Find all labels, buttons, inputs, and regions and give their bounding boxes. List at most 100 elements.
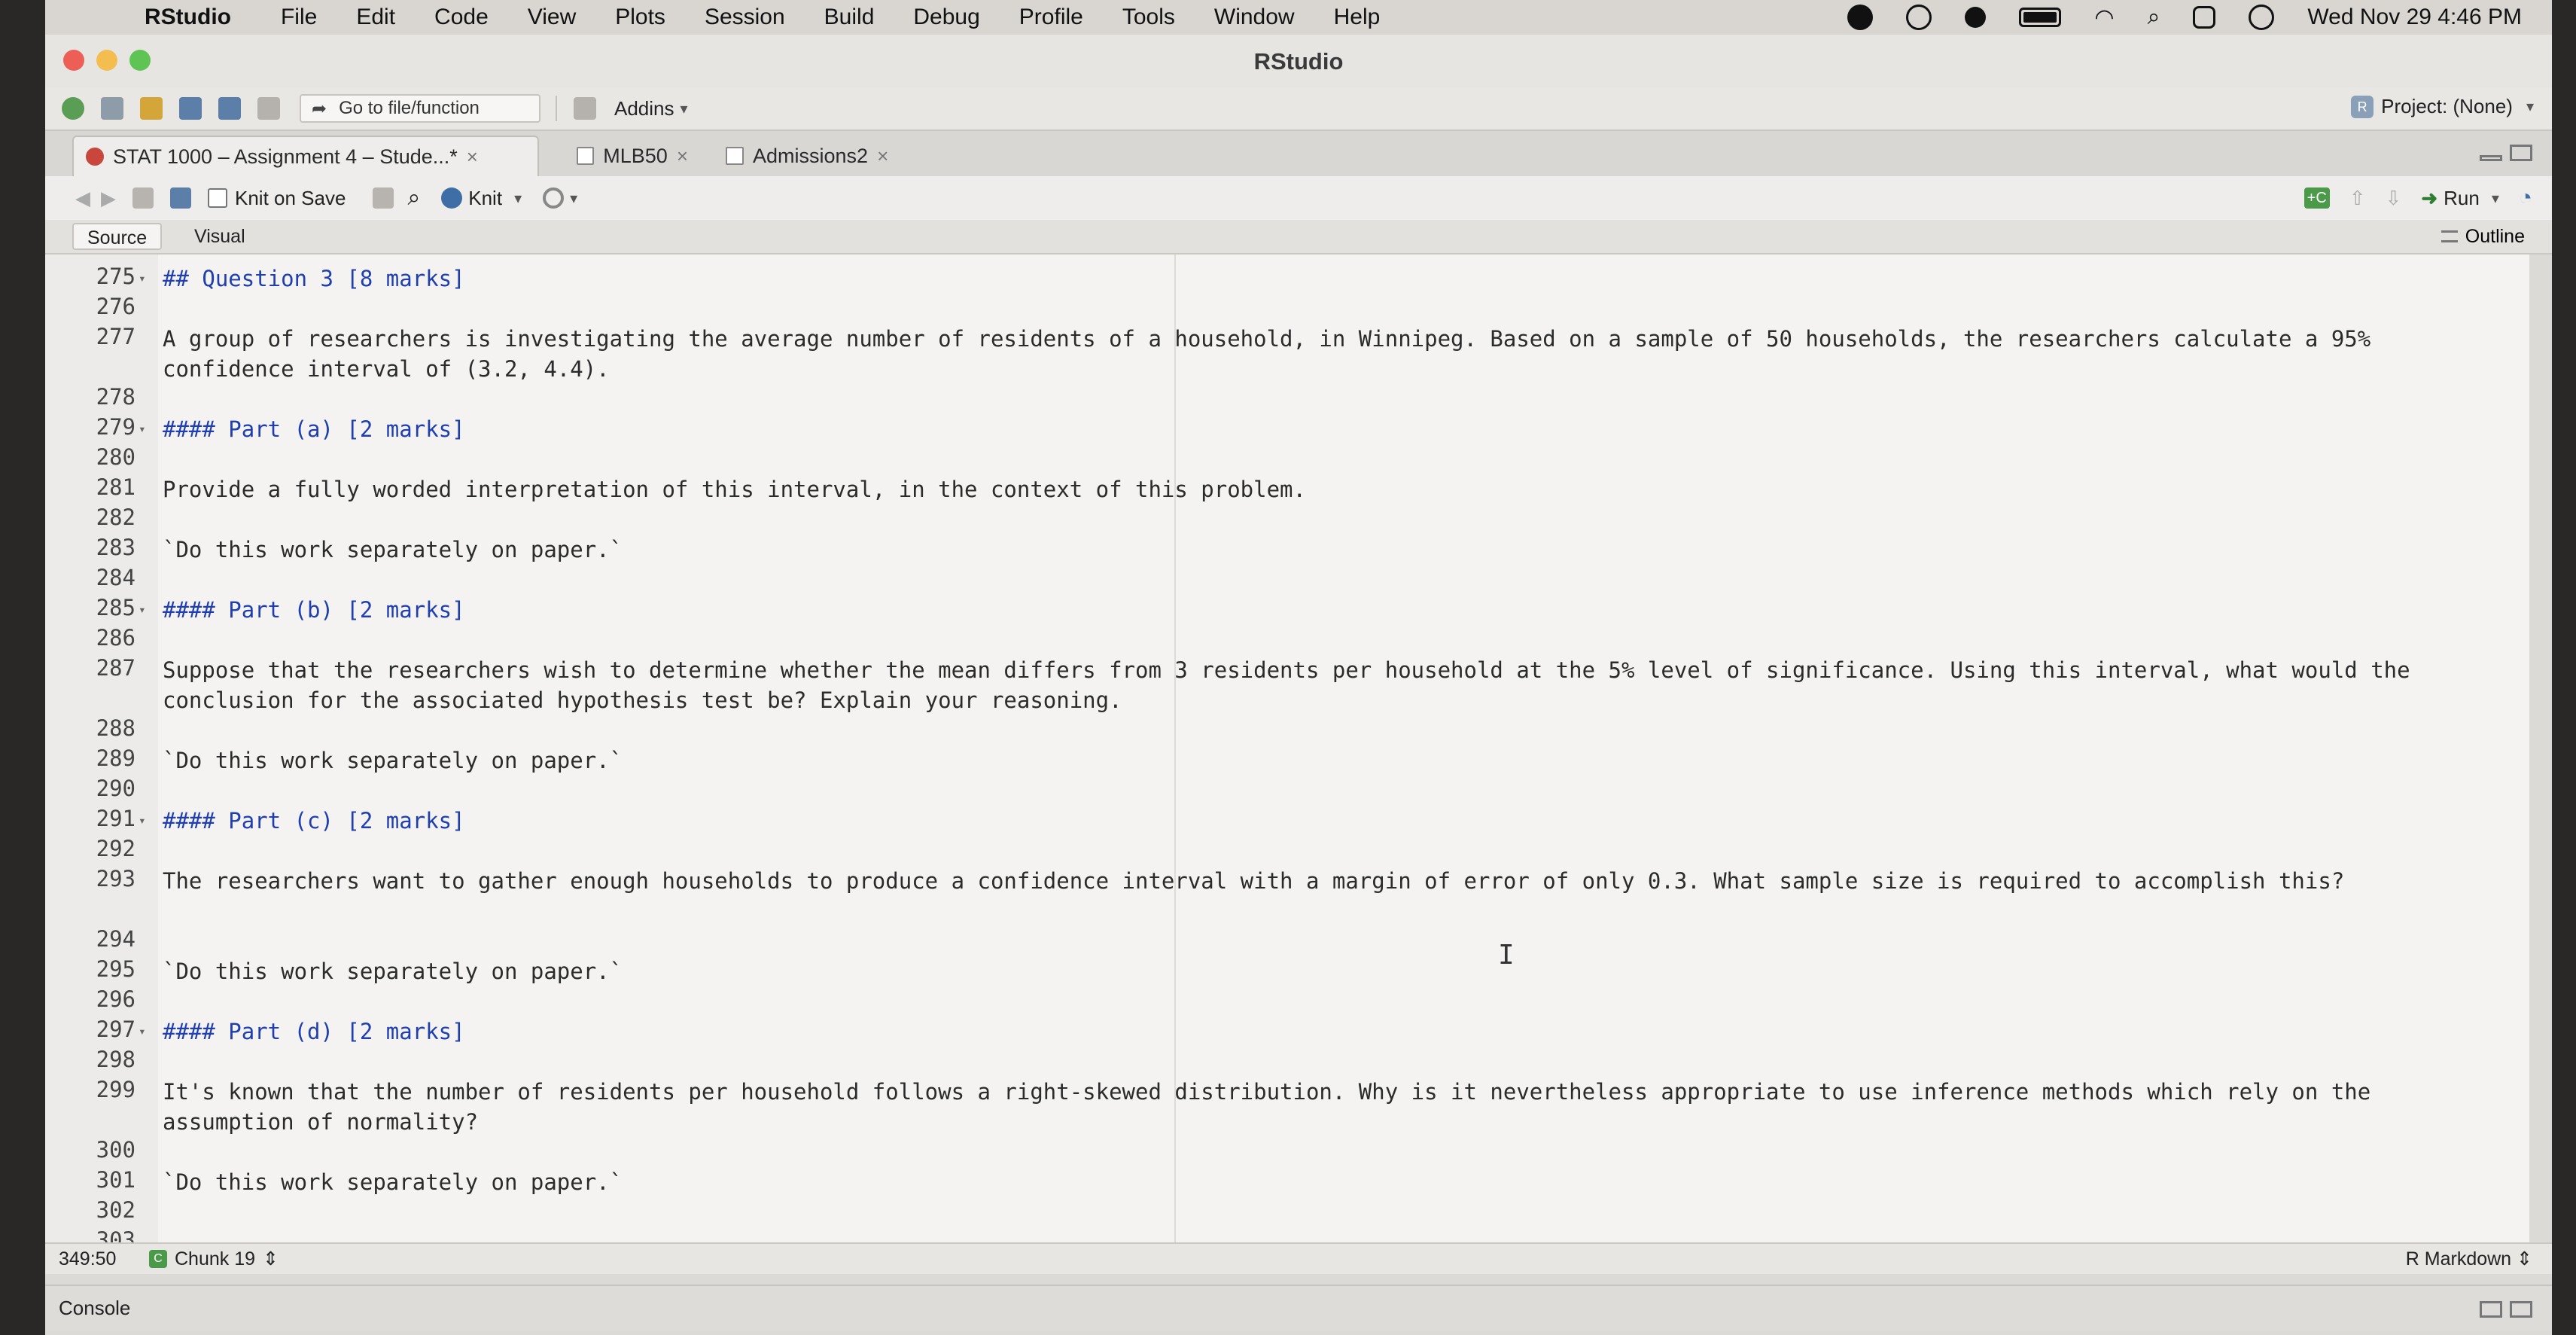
fold-toggle-icon[interactable]: ▾ (139, 813, 146, 828)
chunk-navigator[interactable]: C Chunk 19 ⇕ (149, 1247, 279, 1271)
screen: RStudio File Edit Code View Plots Sessio… (45, 0, 2552, 1335)
close-tab-icon[interactable]: × (677, 145, 688, 168)
chevron-down-icon: ▾ (2526, 99, 2534, 115)
tab-label: MLB50 (603, 144, 668, 167)
line-number: 300 (96, 1137, 135, 1163)
wifi-icon[interactable]: ◠ (2094, 5, 2114, 31)
publish-icon[interactable]: ◔ (2519, 185, 2532, 211)
line-number: 293 (96, 866, 135, 892)
new-project-icon[interactable] (101, 97, 123, 120)
spellcheck-icon[interactable] (373, 187, 394, 209)
control-center-icon[interactable] (2193, 6, 2216, 29)
line-number: 302 (96, 1197, 135, 1223)
run-button[interactable]: ➜ Run ▾ (2421, 187, 2499, 210)
project-menu[interactable]: R Project: (None) ▾ (2351, 95, 2534, 118)
search-icon[interactable]: ⌕ (2148, 5, 2160, 30)
knit-label: Knit (468, 186, 503, 209)
markdown-heading: #### Part (d) [2 marks] (163, 1019, 465, 1044)
menu-plots[interactable]: Plots (615, 5, 665, 30)
line-text: A group of researchers is investigating … (163, 326, 2384, 382)
chevron-updown-icon: ⇕ (263, 1248, 279, 1269)
menubar-clock[interactable]: Wed Nov 29 4:46 PM (2307, 5, 2522, 30)
go-down-chunk-icon[interactable]: ⇩ (2386, 187, 2402, 210)
console-label: Console (59, 1297, 131, 1319)
tab-assignment[interactable]: STAT 1000 – Assignment 4 – Stude...* × (72, 136, 539, 176)
show-in-window-icon[interactable] (132, 187, 154, 209)
line-text: `Do this work separately on paper.` (163, 1169, 623, 1195)
tab-admissions2[interactable]: Admissions2 × (714, 136, 902, 176)
line-text: Provide a fully worded interpretation of… (163, 477, 1306, 502)
knit-button[interactable]: Knit ▾ (441, 187, 522, 210)
siri-icon[interactable] (2249, 5, 2275, 30)
line-number: 276 (96, 294, 135, 319)
goto-placeholder: Go to file/function (339, 98, 480, 118)
menu-profile[interactable]: Profile (1019, 5, 1083, 30)
go-up-chunk-icon[interactable]: ⇧ (2349, 187, 2366, 210)
chevron-down-icon[interactable]: ▾ (681, 99, 688, 118)
source-tabs: STAT 1000 – Assignment 4 – Stude...* × M… (45, 131, 2552, 176)
pane-controls (2480, 145, 2532, 161)
line-number: 275 (96, 264, 135, 289)
menu-edit[interactable]: Edit (356, 5, 395, 30)
menu-build[interactable]: Build (824, 5, 875, 30)
line-text: `Do this work separately on paper.` (163, 959, 623, 984)
fold-toggle-icon[interactable]: ▾ (139, 1024, 146, 1038)
source-mode-button[interactable]: Source (72, 223, 163, 250)
save-all-icon[interactable] (218, 97, 241, 120)
table-icon (726, 147, 744, 165)
macos-menubar: RStudio File Edit Code View Plots Sessio… (45, 0, 2552, 35)
save-icon[interactable] (170, 187, 191, 209)
workspace-panes-icon[interactable] (574, 97, 596, 120)
insert-chunk-icon[interactable]: +C (2303, 187, 2330, 209)
console-pane-controls (2480, 1301, 2532, 1318)
markdown-heading: #### Part (c) [2 marks] (163, 808, 465, 834)
close-tab-icon[interactable]: × (877, 145, 888, 168)
print-icon[interactable] (257, 97, 280, 120)
gear-icon[interactable] (543, 187, 565, 209)
menu-app-name[interactable]: RStudio (145, 5, 231, 30)
fold-toggle-icon[interactable]: ▾ (139, 271, 146, 285)
document-type-selector[interactable]: R Markdown ⇕ (2406, 1247, 2532, 1271)
line-number: 294 (96, 926, 135, 952)
minimize-pane-icon[interactable] (2480, 155, 2502, 161)
menu-view[interactable]: View (528, 5, 576, 30)
find-replace-icon[interactable]: ⌕ (407, 185, 420, 211)
chunk-icon: C (149, 1250, 167, 1268)
line-number: 286 (96, 625, 135, 651)
forward-arrow-icon[interactable]: ▶ (101, 187, 116, 210)
new-file-icon[interactable] (62, 97, 84, 120)
battery-icon[interactable] (2019, 8, 2062, 27)
menu-file[interactable]: File (281, 5, 317, 30)
play-circle-icon[interactable] (1906, 5, 1932, 30)
fold-toggle-icon[interactable]: ▾ (139, 602, 146, 617)
menu-help[interactable]: Help (1334, 5, 1381, 30)
goto-file-function-input[interactable]: ➦ Go to file/function (300, 94, 540, 123)
restore-pane-icon[interactable] (2480, 1301, 2502, 1318)
visual-mode-button[interactable]: Visual (181, 223, 259, 250)
menu-tools[interactable]: Tools (1122, 5, 1175, 30)
goto-arrow-icon: ➦ (312, 98, 327, 119)
chevron-updown-icon: ⇕ (2517, 1248, 2532, 1269)
menu-session[interactable]: Session (705, 5, 785, 30)
location-arrow-icon[interactable] (1847, 5, 1874, 30)
save-icon[interactable] (179, 97, 202, 120)
knit-on-save-label[interactable]: Knit on Save (235, 187, 346, 210)
code-editor[interactable]: 275 ▾ ## Question 3 [8 marks] 276 277 A group… (45, 255, 2529, 1242)
fold-toggle-icon[interactable]: ▾ (139, 422, 146, 436)
menu-debug[interactable]: Debug (913, 5, 979, 30)
menu-code[interactable]: Code (434, 5, 489, 30)
back-arrow-icon[interactable]: ◀ (75, 187, 90, 210)
open-file-icon[interactable] (140, 97, 163, 120)
text-cursor-icon: I (1498, 940, 1515, 971)
moon-icon[interactable] (1965, 7, 1987, 28)
menu-window[interactable]: Window (1214, 5, 1295, 30)
tab-mlb50[interactable]: MLB50 × (565, 136, 700, 176)
maximize-pane-icon[interactable] (2510, 1301, 2532, 1318)
outline-toggle[interactable]: Outline (2441, 223, 2525, 250)
close-tab-icon[interactable]: × (467, 145, 478, 169)
console-pane-header[interactable]: Console (45, 1285, 2552, 1331)
addins-menu[interactable]: Addins (614, 97, 674, 120)
chevron-down-icon[interactable]: ▾ (570, 189, 577, 208)
maximize-pane-icon[interactable] (2510, 145, 2532, 161)
knit-on-save-checkbox[interactable] (208, 188, 227, 208)
